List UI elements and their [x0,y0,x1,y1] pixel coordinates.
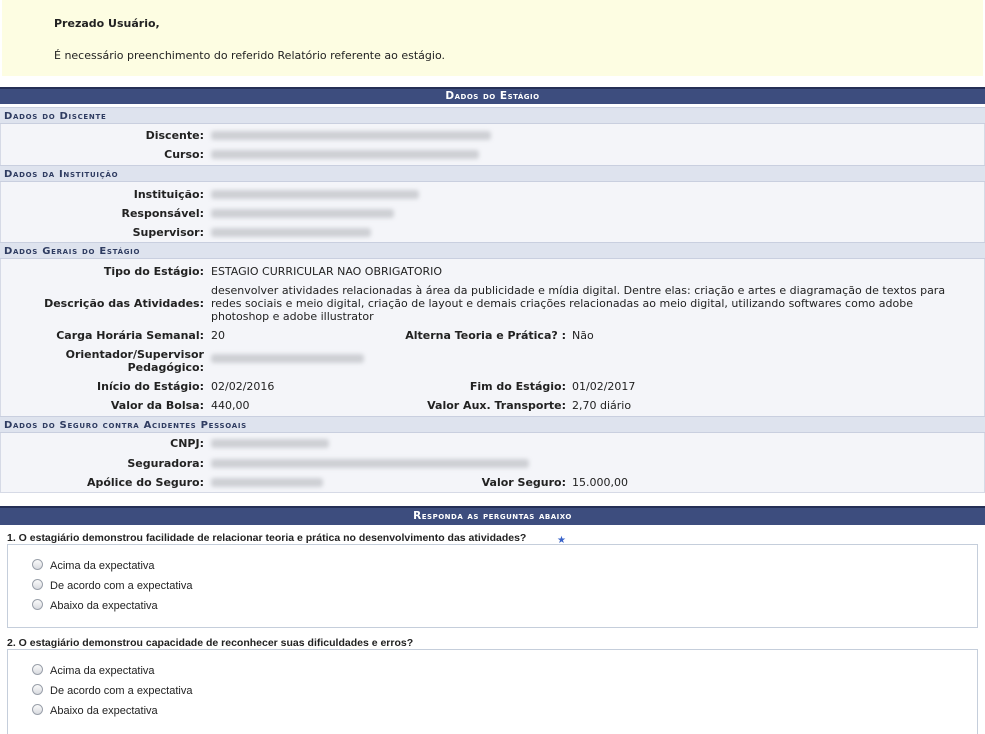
gerais-section-title: Dados Gerais do Estágio [0,242,985,259]
instituicao-section-title: Dados da Instituição [0,165,985,182]
question-2-options-box: Acima da expectativa De acordo com a exp… [7,649,978,734]
notice-message: É necessário preenchimento do referido R… [54,49,445,62]
fim-value: 01/02/2017 [572,380,636,393]
curso-label: Curso: [164,148,204,161]
radio-button[interactable] [32,684,43,695]
responsavel-label: Responsável: [121,207,204,220]
question-1-title: 1. O estagiário demonstrou facilidade de… [7,532,527,544]
descricao-line-1: desenvolver atividades relacionadas à ár… [211,284,946,297]
discente-value-redacted [211,131,491,140]
orientador-label-line-1: Orientador/Supervisor [65,348,204,361]
valor-seguro-label: Valor Seguro: [481,476,566,489]
cnpj-value-redacted [211,439,329,448]
alterna-value: Não [572,329,594,342]
bolsa-label: Valor da Bolsa: [110,399,204,412]
instituicao-label: Instituição: [133,188,204,201]
bolsa-value: 440,00 [211,399,250,412]
question-2-title: 2. O estagiário demonstrou capacidade de… [7,637,414,649]
descricao-line-3: photoshop e adobe illustrator [211,310,374,323]
inicio-value: 02/02/2016 [211,380,275,393]
discente-label: Discente: [145,129,204,142]
dados-estagio-caption: Dados do Estágio [0,87,985,104]
option-label: Acima da expectativa [50,560,155,572]
fim-label: Fim do Estágio: [469,380,566,393]
seguradora-value-redacted [211,459,529,468]
responsavel-value-redacted [211,209,394,218]
tipo-value: ESTAGIO CURRICULAR NAO OBRIGATORIO [211,265,443,278]
descricao-line-2: redes sociais e meio digital, criação de… [211,297,913,310]
supervisor-value-redacted [211,228,371,237]
carga-label: Carga Horária Semanal: [56,329,204,342]
orientador-value-redacted [211,354,364,363]
carga-value: 20 [211,329,225,342]
notice-greeting: Prezado Usuário, [54,17,160,30]
radio-button[interactable] [32,579,43,590]
option-label: De acordo com a expectativa [50,685,193,697]
valor-seguro-value: 15.000,00 [572,476,628,489]
instituicao-value-redacted [211,190,419,199]
apolice-label: Apólice do Seguro: [86,476,204,489]
tipo-label: Tipo do Estágio: [103,265,204,278]
apolice-value-redacted [211,478,323,487]
cnpj-label: CNPJ: [170,437,204,450]
option-label: Abaixo da expectativa [50,705,158,717]
radio-button[interactable] [32,664,43,675]
option-label: De acordo com a expectativa [50,580,193,592]
curso-value-redacted [211,150,479,159]
seguradora-label: Seguradora: [127,457,204,470]
radio-button[interactable] [32,599,43,610]
option-label: Acima da expectativa [50,665,155,677]
notice-box: Prezado Usuário, É necessário preenchime… [2,0,983,76]
section-divider [0,492,985,493]
discente-section-title: Dados do Discente [0,107,985,124]
orientador-label-line-2: Pedagógico: [127,361,204,374]
alterna-label: Alterna Teoria e Prática? : [405,329,566,342]
descricao-label: Descrição das Atividades: [44,297,204,310]
transporte-label: Valor Aux. Transporte: [427,399,566,412]
radio-button[interactable] [32,559,43,570]
transporte-value: 2,70 diário [572,399,632,412]
perguntas-caption: Responda as perguntas abaixo [0,506,985,525]
question-1-options-box: Acima da expectativa De acordo com a exp… [7,544,978,628]
inicio-label: Início do Estágio: [97,380,204,393]
option-label: Abaixo da expectativa [50,600,158,612]
supervisor-label: Supervisor: [132,226,204,239]
seguro-section-title: Dados do Seguro contra Acidentes Pessoai… [0,416,985,433]
radio-button[interactable] [32,704,43,715]
